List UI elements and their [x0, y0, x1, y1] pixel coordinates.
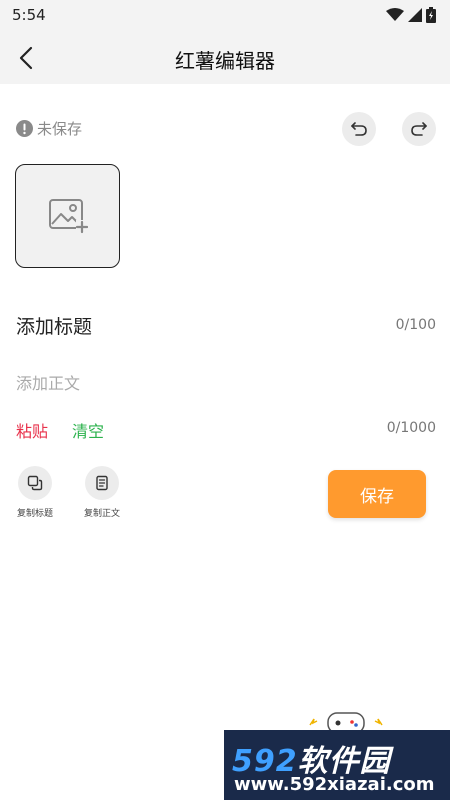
status-icons — [386, 7, 436, 23]
copy-body-label: 复制正文 — [83, 509, 120, 519]
copy-body-icon — [96, 475, 108, 491]
copy-title-circle — [18, 466, 52, 500]
copy-title-button[interactable]: 复制标题 — [0, 466, 70, 519]
save-status: 未保存 — [16, 118, 82, 139]
title-input[interactable]: 添加标题 — [16, 312, 92, 339]
alert-icon — [16, 120, 33, 137]
status-time: 5:54 — [12, 6, 46, 24]
redo-button[interactable] — [402, 112, 436, 146]
title-char-count: 0/100 — [395, 317, 436, 333]
add-image-button[interactable] — [15, 164, 120, 268]
wifi-icon — [386, 8, 404, 21]
gamepad-mascot-icon — [309, 712, 383, 733]
copy-title-label: 复制标题 — [16, 509, 53, 519]
status-bar: 5:54 — [0, 0, 450, 32]
signal-icon — [408, 8, 422, 22]
undo-icon — [351, 122, 367, 136]
battery-icon — [426, 7, 436, 23]
save-status-text: 未保存 — [37, 120, 83, 138]
copy-body-button[interactable]: 复制正文 — [67, 466, 137, 519]
redo-icon — [411, 122, 427, 136]
page-title: 红薯编辑器 — [175, 49, 275, 73]
watermark-url: www.592xiazai.com — [234, 774, 435, 795]
paste-button[interactable]: 粘贴 — [16, 418, 48, 442]
save-button[interactable]: 保存 — [328, 470, 426, 518]
watermark-banner: 592软件园 www.592xiazai.com — [224, 730, 450, 800]
undo-button[interactable] — [342, 112, 376, 146]
clear-button[interactable]: 清空 — [72, 418, 104, 442]
copy-title-icon — [27, 475, 43, 491]
copy-body-circle — [85, 466, 119, 500]
add-image-icon — [48, 199, 88, 234]
app-bar: 红薯编辑器 — [0, 32, 450, 84]
body-input[interactable]: 添加正文 — [16, 370, 80, 394]
body-char-count: 0/1000 — [386, 420, 436, 436]
